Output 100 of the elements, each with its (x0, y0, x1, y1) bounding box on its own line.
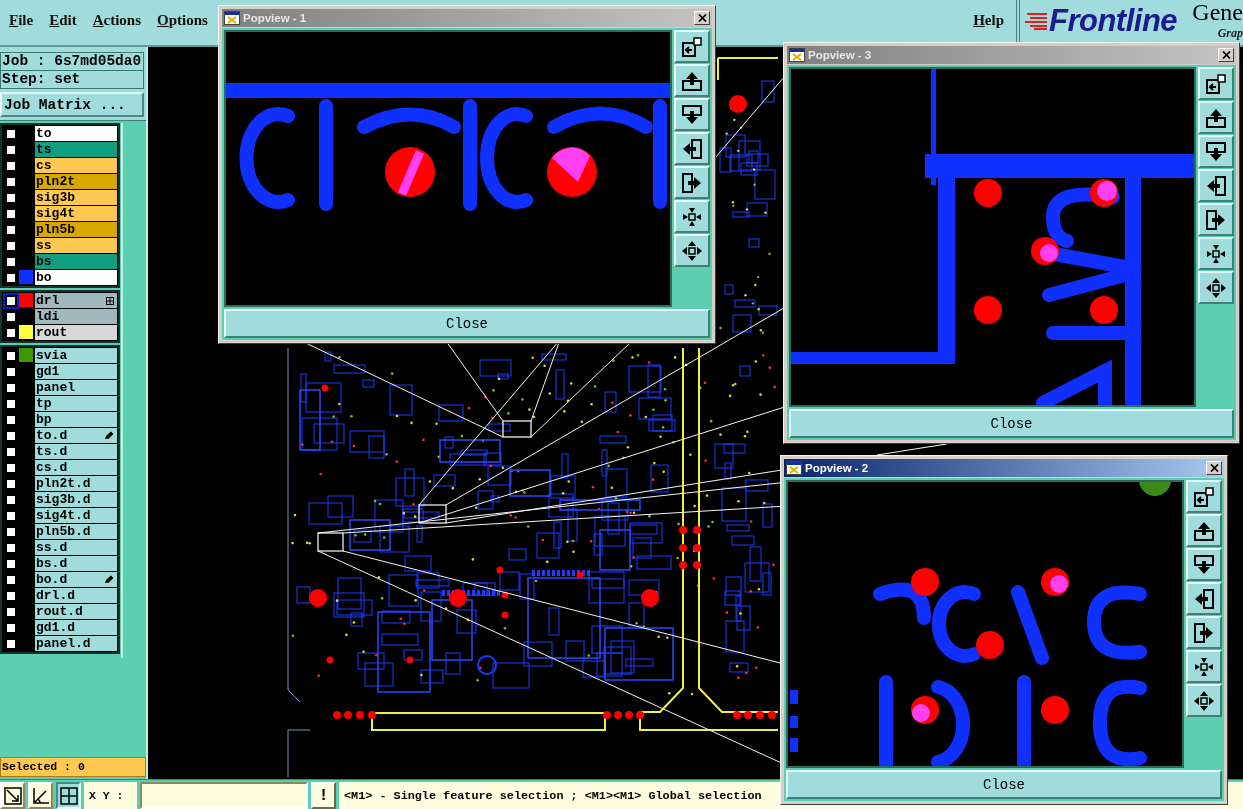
view-tool-button[interactable] (1198, 203, 1234, 236)
layer-name[interactable]: drl (35, 293, 117, 308)
layer-checkbox[interactable] (4, 621, 17, 634)
layer-name[interactable]: pln2t.d (35, 476, 117, 491)
layer-checkbox[interactable] (4, 255, 17, 268)
window-close-button[interactable] (694, 11, 710, 25)
layer-name[interactable]: to (35, 126, 117, 141)
layer-name[interactable]: bo (35, 270, 117, 285)
view-tool-button[interactable] (674, 30, 710, 63)
view-tool-button[interactable] (674, 132, 710, 165)
layer-checkbox[interactable] (4, 191, 17, 204)
layer-name[interactable]: cs (35, 158, 117, 173)
layer-checkbox[interactable] (4, 541, 17, 554)
alert-button[interactable]: ! (311, 782, 336, 809)
job-matrix-button[interactable]: Job Matrix ... (0, 92, 144, 117)
layer-name[interactable]: sig3b.d (35, 492, 117, 507)
layer-checkbox[interactable] (4, 589, 17, 602)
layer-checkbox[interactable] (4, 159, 17, 172)
layer-checkbox[interactable] (4, 271, 17, 284)
menu-item[interactable]: Options (149, 9, 216, 30)
layer-name[interactable]: sig4t (35, 206, 117, 221)
layer-checkbox[interactable] (4, 175, 17, 188)
layer-name[interactable]: panel (35, 380, 117, 395)
layer-checkbox[interactable] (4, 525, 17, 538)
view-tool-button[interactable] (1198, 135, 1234, 168)
layer-checkbox[interactable] (4, 605, 17, 618)
layer-checkbox[interactable] (4, 477, 17, 490)
view-tool-button[interactable] (1186, 650, 1222, 683)
layer-name[interactable]: sig3b (35, 190, 117, 205)
snap-tool-button[interactable] (56, 782, 81, 809)
menu-item[interactable]: Help (965, 9, 1012, 30)
layer-checkbox[interactable] (4, 143, 17, 156)
coordinate-label: X Y : (84, 782, 137, 809)
close-button[interactable]: Close (789, 409, 1234, 438)
coordinate-field[interactable] (140, 782, 308, 809)
layer-checkbox[interactable] (4, 207, 17, 220)
menu-item[interactable]: Edit (41, 9, 85, 30)
layer-name[interactable]: drl.d (35, 588, 117, 603)
layer-name[interactable]: ldi (35, 309, 117, 324)
layer-name[interactable]: gd1 (35, 364, 117, 379)
view-tool-button[interactable] (674, 166, 710, 199)
layer-checkbox[interactable] (4, 397, 17, 410)
layer-name[interactable]: bo.d (35, 572, 117, 587)
view-tool-button[interactable] (1186, 514, 1222, 547)
layer-checkbox[interactable] (4, 381, 17, 394)
layer-checkbox[interactable] (4, 365, 17, 378)
layer-checkbox[interactable] (4, 429, 17, 442)
layer-name[interactable]: ss.d (35, 540, 117, 555)
view-tool-button[interactable] (1186, 582, 1222, 615)
layer-checkbox[interactable] (4, 239, 17, 252)
view-tool-button[interactable] (1198, 237, 1234, 270)
layer-name[interactable]: pln2t (35, 174, 117, 189)
view-tool-button[interactable] (1198, 67, 1234, 100)
layer-checkbox[interactable] (4, 310, 17, 323)
layer-name[interactable]: rout (35, 325, 117, 340)
layer-name[interactable]: cs.d (35, 460, 117, 475)
layer-name[interactable]: bp (35, 412, 117, 427)
layer-name[interactable]: ts (35, 142, 117, 157)
close-button[interactable]: Close (224, 309, 710, 338)
view-tool-button[interactable] (1186, 616, 1222, 649)
menu-item[interactable]: Actions (84, 9, 150, 30)
menu-item[interactable]: File (1, 9, 42, 30)
layer-name[interactable]: rout.d (35, 604, 117, 619)
layer-checkbox[interactable] (4, 509, 17, 522)
layer-checkbox[interactable] (4, 223, 17, 236)
layer-checkbox[interactable] (4, 557, 17, 570)
view-tool-button[interactable] (1198, 169, 1234, 202)
layer-name[interactable]: pln5b.d (35, 524, 117, 539)
window-close-button[interactable] (1218, 48, 1234, 62)
layer-name[interactable]: pln5b (35, 222, 117, 237)
view-tool-button[interactable] (674, 64, 710, 97)
layer-name[interactable]: gd1.d (35, 620, 117, 635)
layer-name[interactable]: tp (35, 396, 117, 411)
view-tool-button[interactable] (1186, 548, 1222, 581)
layer-checkbox[interactable] (4, 349, 17, 362)
view-tool-button[interactable] (1186, 480, 1222, 513)
layer-checkbox[interactable] (4, 326, 17, 339)
layer-checkbox[interactable] (4, 461, 17, 474)
view-tool-button[interactable] (674, 200, 710, 233)
view-tool-button[interactable] (1198, 101, 1234, 134)
layer-name[interactable]: ss (35, 238, 117, 253)
layer-checkbox[interactable] (4, 493, 17, 506)
layer-name[interactable]: svia (35, 348, 117, 363)
close-button[interactable]: Close (786, 770, 1222, 799)
layer-checkbox[interactable] (4, 127, 17, 140)
view-tool-button[interactable] (1198, 271, 1234, 304)
layer-checkbox[interactable] (4, 573, 17, 586)
view-tool-button[interactable] (674, 98, 710, 131)
layer-name[interactable]: ts.d (35, 444, 117, 459)
layer-name[interactable]: bs.d (35, 556, 117, 571)
layer-checkbox[interactable] (4, 637, 17, 650)
layer-name[interactable]: bs (35, 254, 117, 269)
view-tool-button[interactable] (674, 234, 710, 267)
window-close-button[interactable] (1206, 461, 1222, 475)
layer-name[interactable]: to.d (35, 428, 117, 443)
layer-name[interactable]: sig4t.d (35, 508, 117, 523)
layer-name[interactable]: panel.d (35, 636, 117, 651)
view-tool-button[interactable] (1186, 684, 1222, 717)
layer-checkbox[interactable] (4, 445, 17, 458)
layer-checkbox[interactable] (4, 413, 17, 426)
